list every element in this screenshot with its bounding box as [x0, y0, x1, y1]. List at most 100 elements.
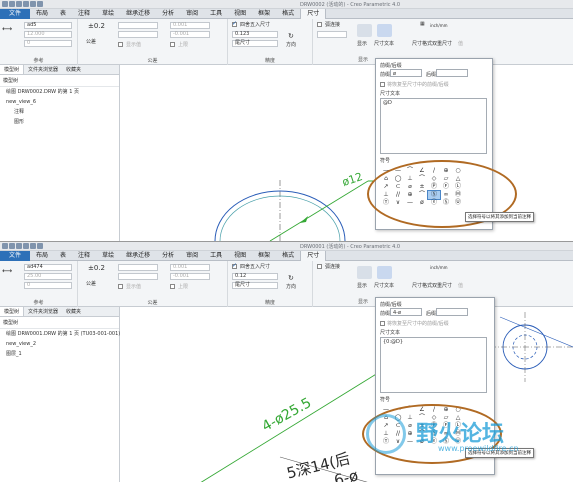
direction-icon[interactable]: ↻ [288, 274, 294, 282]
reset-checkbox[interactable] [380, 321, 385, 326]
tree-node-notes[interactable]: 注释 [0, 107, 119, 117]
tab-sketch[interactable]: 草绘 [96, 9, 120, 19]
dim-text-button-icon[interactable] [377, 266, 392, 279]
dim-text-button[interactable]: 尺寸文本 [374, 40, 394, 47]
tab-view[interactable]: 视图 [228, 251, 252, 261]
tol-upper-checkbox[interactable] [170, 284, 175, 289]
prefix-input[interactable]: ø [390, 69, 422, 77]
tab-frame[interactable]: 框架 [252, 9, 276, 19]
dim-name-field[interactable]: ad5 [24, 22, 72, 29]
upper-field[interactable] [118, 273, 158, 280]
tolerance-icon[interactable]: ±0.2 [88, 264, 105, 272]
tab-layout[interactable]: 布局 [30, 9, 54, 19]
tab-favorites[interactable]: 收藏夹 [62, 65, 85, 74]
tab-legacy[interactable]: 继承迁移 [120, 9, 156, 19]
tab-frame[interactable]: 框架 [252, 251, 276, 261]
dual-dim-button[interactable]: 双重尺寸 [432, 282, 452, 289]
dim-format-button[interactable]: 尺寸格式 [412, 282, 432, 289]
redo-icon[interactable] [30, 243, 36, 249]
tree-node-root[interactable]: 绘图 DRW0001.DRW 的第 1 页 (TU03-001-001) [0, 329, 120, 339]
tolerance-label[interactable]: 公差 [86, 38, 96, 45]
display-checkbox[interactable] [118, 42, 123, 47]
save-icon[interactable] [16, 1, 22, 7]
tol-lower-field[interactable]: -0.001 [170, 273, 210, 280]
tree-node-graphics[interactable]: 图形 [0, 117, 119, 127]
display-button[interactable]: 显示 [357, 40, 367, 47]
dim-format-icon[interactable]: ▦ [420, 21, 425, 27]
tab-tools[interactable]: 工具 [204, 9, 228, 19]
dim-format-button[interactable]: 尺寸格式 [412, 40, 432, 47]
tab-folder-browser[interactable]: 文件夹浏览器 [24, 65, 62, 74]
tab-dimension[interactable]: 尺寸 [300, 251, 327, 261]
tolerance-label[interactable]: 公差 [86, 280, 96, 287]
dim-text-area[interactable]: {0:@D} [380, 337, 487, 393]
save-icon[interactable] [16, 243, 22, 249]
unit-icon[interactable]: inch/mm [430, 23, 448, 28]
tab-model-tree[interactable]: 模型树 [0, 307, 25, 316]
display-button[interactable]: 显示 [357, 282, 367, 289]
tab-sketch[interactable]: 草绘 [96, 251, 120, 261]
round-checkbox[interactable] [232, 262, 237, 269]
tab-format[interactable]: 格式 [276, 251, 300, 261]
display-button-icon[interactable] [357, 266, 372, 279]
round-checkbox[interactable] [232, 20, 237, 27]
tab-format[interactable]: 格式 [276, 9, 300, 19]
fill-button[interactable]: 值 [458, 282, 463, 289]
redo-icon[interactable] [30, 1, 36, 7]
undo-icon[interactable] [23, 1, 29, 7]
tree-node-view[interactable]: new_view_6 [0, 97, 119, 107]
tab-table[interactable]: 表 [54, 251, 72, 261]
arc-checkbox[interactable] [317, 264, 322, 269]
tree-node-layer[interactable]: 图层_1 [0, 349, 119, 359]
tab-table[interactable]: 表 [54, 9, 72, 19]
tab-review[interactable]: 审阅 [180, 9, 204, 19]
tab-annotate[interactable]: 注释 [72, 9, 96, 19]
open-icon[interactable] [9, 243, 15, 249]
suffix-input[interactable] [436, 69, 468, 77]
dim-value-field[interactable]: 12.000 [24, 31, 72, 38]
regenerate-icon[interactable] [37, 1, 43, 7]
prefix-input[interactable]: 4-ø [390, 308, 422, 316]
tab-dimension[interactable]: 尺寸 [300, 9, 327, 19]
tab-favorites[interactable]: 收藏夹 [62, 307, 85, 316]
unit-icon[interactable]: inch/mm [430, 265, 448, 270]
dual-dim-button[interactable]: 双重尺寸 [432, 40, 452, 47]
dim-text-button-icon[interactable] [377, 24, 392, 37]
dim-value-field[interactable]: 25.00 [24, 273, 72, 280]
tab-view[interactable]: 视图 [228, 9, 252, 19]
tab-annotate[interactable]: 注释 [72, 251, 96, 261]
direction-label[interactable]: 方向 [286, 283, 296, 290]
regenerate-icon[interactable] [37, 243, 43, 249]
reset-checkbox[interactable] [380, 82, 385, 87]
new-icon[interactable] [2, 243, 8, 249]
dim-type-field[interactable]: 尾尺寸 [232, 40, 278, 47]
dim-text-button[interactable]: 尺寸文本 [374, 282, 394, 289]
tolerance-icon[interactable]: ±0.2 [88, 22, 105, 30]
display-checkbox[interactable] [118, 284, 123, 289]
tab-model-tree[interactable]: 模型树 [0, 65, 25, 74]
direction-icon[interactable]: ↻ [288, 32, 294, 40]
precision-field[interactable]: 0.123 [232, 31, 278, 38]
nominal-field[interactable] [118, 264, 158, 271]
tree-node-view[interactable]: new_view_2 [0, 339, 119, 349]
tol-upper-field[interactable]: 0.001 [170, 22, 210, 29]
fill-button[interactable]: 值 [458, 40, 463, 47]
tree-node-root[interactable]: 绘图 DRW0002.DRW 的第 1 页 [0, 87, 119, 97]
tab-file[interactable]: 文件 [0, 9, 31, 19]
tab-layout[interactable]: 布局 [30, 251, 54, 261]
arc-checkbox[interactable] [317, 22, 322, 27]
upper-field[interactable] [118, 31, 158, 38]
undo-icon[interactable] [23, 243, 29, 249]
tab-tools[interactable]: 工具 [204, 251, 228, 261]
dim-zero-field[interactable]: 0 [24, 282, 72, 289]
tol-upper-field[interactable]: 0.001 [170, 264, 210, 271]
display-button-icon[interactable] [357, 24, 372, 37]
tab-analysis[interactable]: 分析 [156, 251, 180, 261]
tab-analysis[interactable]: 分析 [156, 9, 180, 19]
tol-lower-field[interactable]: -0.001 [170, 31, 210, 38]
dim-zero-field[interactable]: 0 [24, 40, 72, 47]
dim-text-area[interactable]: @D [380, 98, 487, 154]
tab-folder-browser[interactable]: 文件夹浏览器 [24, 307, 62, 316]
tab-review[interactable]: 审阅 [180, 251, 204, 261]
nominal-field[interactable] [118, 22, 158, 29]
